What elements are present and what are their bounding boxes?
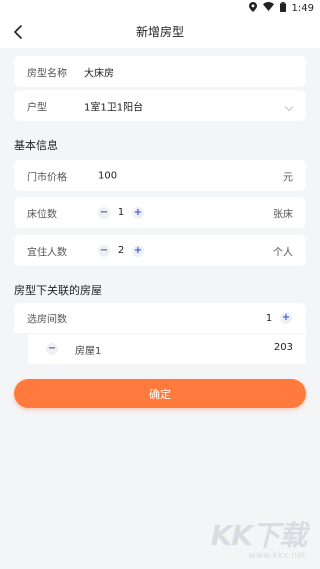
- wifi-icon: [262, 2, 274, 14]
- confirm-button[interactable]: 确定: [14, 379, 306, 408]
- room-number-input[interactable]: 203: [274, 342, 293, 353]
- room-count-row: 选房间数 1 +: [14, 303, 306, 333]
- location-icon: [248, 1, 257, 15]
- guests-plus-button[interactable]: +: [132, 244, 144, 257]
- price-unit: 元: [283, 172, 293, 183]
- price-row[interactable]: 门市价格 100 元: [14, 160, 306, 191]
- guests-stepper: − 2 +: [98, 244, 144, 257]
- page-title: 新增房型: [135, 25, 184, 39]
- room-label: 房屋1: [75, 346, 102, 357]
- status-time: 1:49: [291, 2, 314, 14]
- linked-rooms-title: 房型下关联的房屋: [14, 284, 102, 297]
- guests-value: 2: [117, 245, 125, 256]
- layout-select-row[interactable]: 户型 1室1卫1阳台: [14, 90, 306, 121]
- room-count-stepper: 1 +: [264, 312, 292, 324]
- guests-unit: 个人: [273, 247, 293, 258]
- chevron-down-icon[interactable]: [284, 96, 294, 115]
- price-label: 门市价格: [27, 172, 67, 183]
- room-count-value: 1: [265, 312, 273, 324]
- room-name-row[interactable]: 房型名称 大床房: [14, 56, 306, 87]
- basic-info-title: 基本信息: [14, 139, 58, 152]
- guests-row: 宜住人数 − 2 + 个人: [14, 235, 306, 266]
- layout-label: 户型: [27, 102, 47, 113]
- battery-icon: [279, 1, 286, 15]
- beds-label: 床位数: [27, 209, 57, 220]
- room-name-input[interactable]: 大床房: [84, 64, 114, 79]
- beds-minus-button[interactable]: −: [98, 206, 110, 219]
- beds-unit: 张床: [273, 209, 293, 220]
- beds-value: 1: [117, 207, 125, 218]
- remove-room-button[interactable]: −: [46, 343, 58, 355]
- nav-bar: 新增房型: [0, 16, 320, 48]
- room-count-plus-button[interactable]: +: [280, 312, 292, 324]
- status-bar: 1:49: [0, 0, 320, 16]
- room-count-label: 选房间数: [27, 314, 67, 326]
- room-name-label: 房型名称: [27, 68, 67, 79]
- price-input[interactable]: 100: [98, 170, 117, 181]
- list-item: − 房屋1 203: [28, 334, 306, 364]
- watermark-text: KK下载: [210, 519, 307, 552]
- guests-minus-button[interactable]: −: [98, 244, 110, 257]
- beds-row: 床位数 − 1 + 张床: [14, 197, 306, 228]
- beds-stepper: − 1 +: [98, 206, 144, 219]
- beds-plus-button[interactable]: +: [132, 206, 144, 219]
- layout-select[interactable]: 1室1卫1阳台: [84, 98, 143, 113]
- guests-label: 宜住人数: [27, 247, 67, 258]
- watermark-logo: KK下载 www.kkx.net: [210, 514, 307, 561]
- status-icons: 1:49: [248, 1, 314, 15]
